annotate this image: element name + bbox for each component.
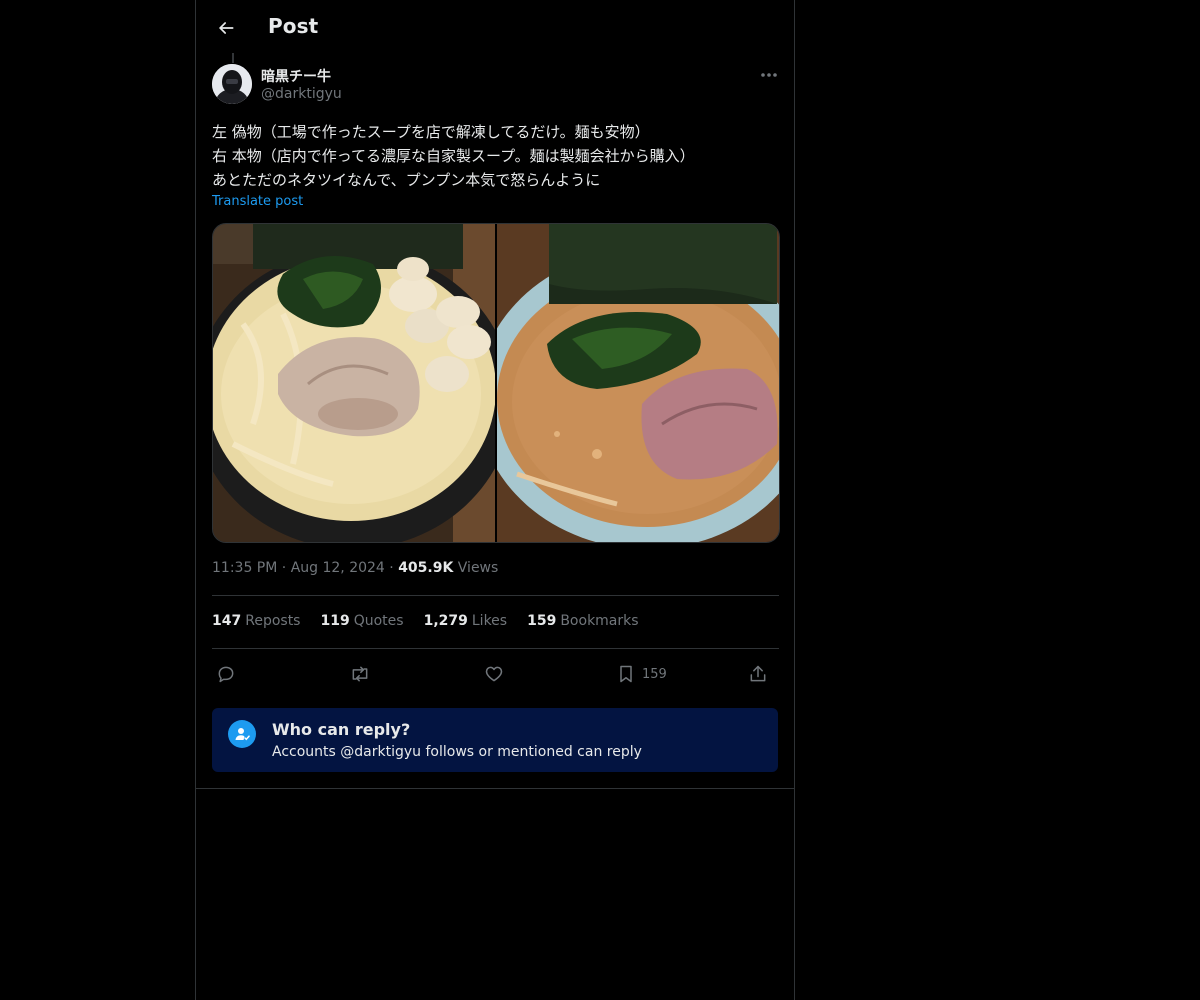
bookmarks-count: 159 bbox=[527, 613, 557, 629]
more-icon bbox=[761, 73, 777, 77]
likes-label: Likes bbox=[471, 613, 508, 629]
post-text: 左 偽物（工場で作ったスープを店で解凍してるだけ。麺も安物） 右 本物（店内で作… bbox=[212, 123, 695, 189]
reply-icon bbox=[218, 666, 234, 683]
back-arrow-icon bbox=[219, 22, 234, 34]
reposts-label: Reposts bbox=[245, 613, 301, 629]
likes-count: 1,279 bbox=[423, 613, 468, 629]
ramen-photo-left[interactable] bbox=[213, 224, 513, 542]
share-icon bbox=[750, 665, 766, 682]
bookmark-button[interactable]: 159 bbox=[616, 660, 667, 688]
quotes-stat[interactable]: 119 Quotes bbox=[320, 613, 403, 629]
reposts-stat[interactable]: 147 Reposts bbox=[212, 613, 300, 629]
divider bbox=[212, 595, 779, 596]
post-date[interactable]: Aug 12, 2024 bbox=[291, 560, 385, 576]
views-count: 405.9K bbox=[398, 560, 454, 576]
post-time[interactable]: 11:35 PM bbox=[212, 560, 277, 576]
reply-button[interactable] bbox=[216, 660, 236, 688]
reposts-count: 147 bbox=[212, 613, 242, 629]
bookmarks-label: Bookmarks bbox=[560, 613, 639, 629]
bookmark-count: 159 bbox=[642, 666, 667, 682]
views-label: Views bbox=[457, 560, 499, 576]
quotes-label: Quotes bbox=[353, 613, 404, 629]
action-bar: 159 bbox=[212, 658, 778, 690]
meta-separator: · bbox=[281, 560, 287, 576]
author-handle[interactable]: @darktigyu bbox=[261, 86, 342, 102]
like-icon bbox=[485, 666, 503, 682]
post-media[interactable] bbox=[212, 223, 780, 543]
avatar[interactable] bbox=[212, 64, 252, 104]
post-header: Post bbox=[196, 0, 794, 54]
reply-notice-title: Who can reply? bbox=[272, 720, 411, 739]
more-button[interactable] bbox=[754, 64, 784, 86]
repost-button[interactable] bbox=[350, 660, 370, 688]
ramen-photo-right[interactable] bbox=[477, 224, 779, 542]
quotes-count: 119 bbox=[320, 613, 350, 629]
meta-separator: · bbox=[389, 560, 394, 576]
author-display-name[interactable]: 暗黒チー牛 bbox=[261, 66, 331, 86]
mention-user-icon bbox=[228, 720, 256, 748]
main-column: Post 暗黒チー牛 @darktigyu 左 偽物（工場で作ったスープを店で解… bbox=[195, 0, 795, 1000]
thread-line bbox=[232, 53, 234, 63]
who-can-reply-notice: Who can reply? Accounts @darktigyu follo… bbox=[212, 708, 778, 772]
repost-icon bbox=[352, 666, 368, 682]
divider bbox=[212, 648, 779, 649]
like-button[interactable] bbox=[484, 660, 504, 688]
reply-notice-subtitle: Accounts @darktigyu follows or mentioned… bbox=[272, 744, 642, 760]
bookmarks-stat[interactable]: 159 Bookmarks bbox=[527, 613, 638, 629]
engagement-stats: 147 Reposts 119 Quotes 1,279 Likes 159 Bookm… bbox=[212, 613, 639, 629]
bookmark-icon bbox=[620, 665, 632, 683]
translate-post-link[interactable]: Translate post bbox=[212, 194, 303, 209]
divider bbox=[196, 788, 794, 789]
post-meta: 11:35 PM · Aug 12, 2024 · 405.9K Views bbox=[212, 560, 498, 576]
back-button[interactable] bbox=[210, 12, 242, 44]
share-button[interactable] bbox=[748, 660, 768, 688]
likes-stat[interactable]: 1,279 Likes bbox=[424, 613, 508, 629]
page-title: Post bbox=[268, 14, 319, 38]
